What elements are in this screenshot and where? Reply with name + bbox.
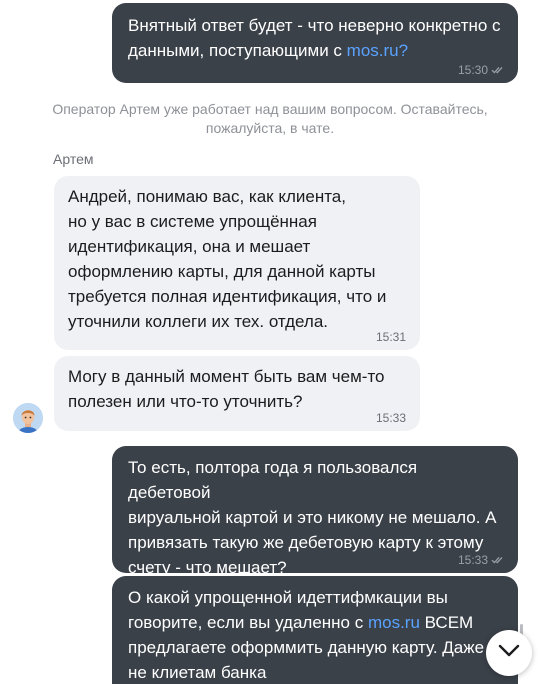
mos-ru-link[interactable]: mos.ru [368, 613, 420, 632]
message-meta: 15:30 [458, 63, 504, 77]
double-check-icon [491, 63, 504, 77]
operator-avatar-icon[interactable] [13, 403, 43, 433]
outgoing-message-bubble[interactable]: О какой упрощенной идеттифмкации вы гово… [112, 576, 518, 684]
message-meta: 15:33 [376, 411, 406, 425]
mos-ru-link[interactable]: mos.ru? [347, 41, 408, 60]
message-meta: 15:31 [376, 330, 406, 344]
incoming-message-bubble[interactable]: Могу в данный момент быть вам чем-то пол… [54, 356, 420, 431]
message-text: То есть, полтора года я пользовался дебе… [128, 458, 497, 577]
message-time: 15:33 [375, 411, 406, 425]
message-text: Могу в данный момент быть вам чем-то пол… [68, 367, 385, 411]
incoming-message-bubble[interactable]: Андрей, понимаю вас, как клиента, но у в… [54, 176, 420, 350]
message-text: Внятный ответ будет - что неверно конкре… [128, 16, 501, 60]
message-text: О какой упрощенной идеттифмкации вы гово… [128, 588, 485, 682]
system-status-note: Оператор Артем уже работает над вашим во… [52, 101, 488, 136]
message-time: 15:30 [457, 63, 488, 77]
double-check-icon [491, 553, 504, 567]
message-time: 15:31 [375, 330, 406, 344]
outgoing-message-bubble[interactable]: То есть, полтора года я пользовался дебе… [112, 446, 518, 577]
scroll-to-bottom-button[interactable] [486, 630, 532, 676]
chevron-down-icon [498, 644, 520, 663]
operator-name: Артем [53, 151, 94, 167]
message-meta: 15:33 [458, 553, 504, 567]
message-time: 15:33 [457, 553, 488, 567]
outgoing-message-bubble[interactable]: Внятный ответ будет - что неверно конкре… [112, 3, 518, 83]
message-text: Андрей, понимаю вас, как клиента, но у в… [68, 187, 387, 331]
